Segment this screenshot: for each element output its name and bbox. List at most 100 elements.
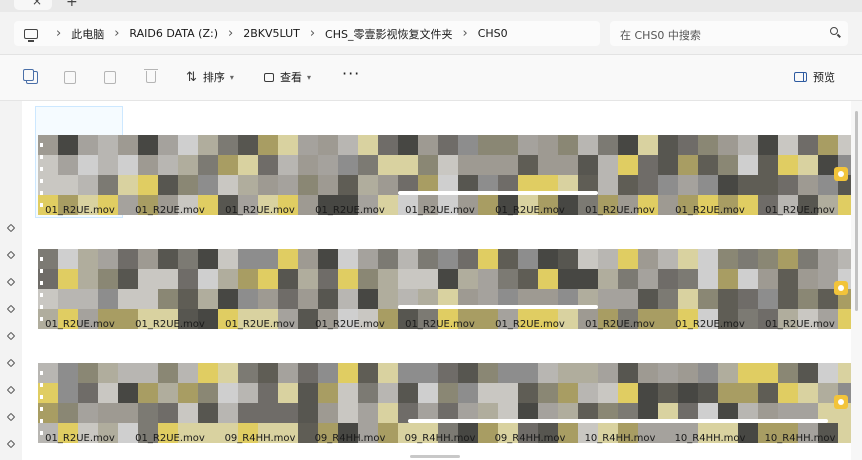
- pin-icon[interactable]: [6, 412, 16, 422]
- pin-icon[interactable]: [6, 439, 16, 449]
- chevron-right-icon[interactable]: ›: [114, 26, 119, 41]
- search-icon[interactable]: [830, 27, 838, 35]
- rename-icon: [64, 70, 76, 84]
- thumbnail-pixel: [698, 269, 718, 289]
- file-name-label[interactable]: 01_R2UE.mov: [124, 433, 216, 444]
- thumbnail-pixel: [478, 269, 498, 289]
- scrollbar-thumb[interactable]: [855, 111, 858, 311]
- file-name-label[interactable]: 10_R4HH.mov: [574, 433, 666, 444]
- address-bar[interactable]: › 此电脑 › RAID6 DATA (Z:) › 2BKV5LUT › CHS…: [14, 21, 600, 46]
- preview-pane-button[interactable]: 预览: [794, 69, 835, 85]
- file-name-label[interactable]: 01_R2UE.mov: [754, 205, 846, 216]
- thumbnail-pixel: [778, 249, 798, 269]
- thumbnail-pixel: [638, 249, 658, 269]
- file-name-label[interactable]: 01_R2UE.mov: [124, 205, 216, 216]
- thumbnail-pixel: [218, 383, 238, 403]
- thumbnail-pixel: [118, 289, 138, 309]
- file-name-label[interactable]: 01_R2UE.mov: [214, 205, 306, 216]
- computer-icon[interactable]: [24, 28, 38, 42]
- chevron-right-icon[interactable]: ›: [310, 26, 315, 41]
- thumbnail-pixel: [238, 249, 258, 269]
- thumbnail-pixel: [698, 135, 718, 155]
- thumbnail-pixel: [758, 155, 778, 175]
- file-name-label[interactable]: 01_R2UE.mov: [664, 205, 756, 216]
- thumbnail-pixel: [738, 175, 758, 195]
- thumbnail-pixel: [118, 155, 138, 175]
- thumbnail-pixel: [78, 249, 98, 269]
- file-name-label[interactable]: 01_R2UE.mov: [394, 319, 486, 330]
- breadcrumb-this-pc[interactable]: 此电脑: [71, 26, 104, 42]
- file-name-label[interactable]: 01_R2UE.mov: [484, 319, 576, 330]
- file-name-label[interactable]: 01_R2UE.mov: [754, 319, 846, 330]
- thumbnail-pixel: [138, 383, 158, 403]
- pin-icon[interactable]: [6, 223, 16, 233]
- thumbnail-pixel: [298, 175, 318, 195]
- file-name-label[interactable]: 01_R2UE.mov: [34, 319, 126, 330]
- thumbnail-pixel: [698, 155, 718, 175]
- thumbnail-pixel: [638, 269, 658, 289]
- thumbnail-pixel: [198, 403, 218, 423]
- pin-icon[interactable]: [6, 277, 16, 287]
- share-button[interactable]: [104, 69, 116, 85]
- breadcrumb-folder-chs0[interactable]: CHS0: [478, 27, 508, 40]
- thumbnail-pixel: [278, 403, 298, 423]
- pin-icon[interactable]: [6, 331, 16, 341]
- copy-button[interactable]: [23, 68, 38, 85]
- file-name-label[interactable]: 01_R2UE.mov: [664, 319, 756, 330]
- pin-icon[interactable]: [6, 385, 16, 395]
- file-name-label[interactable]: 01_R2UE.mov: [304, 205, 396, 216]
- chevron-right-icon[interactable]: ›: [462, 26, 467, 41]
- file-name-label[interactable]: 01_R2UE.mov: [34, 433, 126, 444]
- thumbnail-pixel: [138, 135, 158, 155]
- tab-strip: × +: [0, 0, 862, 12]
- chevron-right-icon[interactable]: ›: [56, 26, 61, 41]
- file-name-label[interactable]: 01_R2UE.mov: [124, 319, 216, 330]
- thumbnail-pixel: [278, 363, 298, 383]
- close-tab-icon[interactable]: ×: [32, 0, 42, 8]
- thumbnail-pixel: [58, 403, 78, 423]
- file-name-label[interactable]: 01_R2UE.mov: [574, 319, 666, 330]
- thumbnail-pixel: [238, 383, 258, 403]
- file-name-label[interactable]: 10_R4HH.mov: [664, 433, 756, 444]
- pin-icon[interactable]: [6, 304, 16, 314]
- video-badge-icon: [834, 281, 848, 295]
- breadcrumb-folder-2bkv5lut[interactable]: 2BKV5LUT: [243, 27, 300, 40]
- file-name-label[interactable]: 01_R2UE.mov: [304, 319, 396, 330]
- file-name-label[interactable]: 09_R4HH.mov: [304, 433, 396, 444]
- sort-button[interactable]: ⇅ 排序 ▾: [186, 69, 234, 85]
- rename-button[interactable]: [64, 69, 76, 85]
- file-name-label[interactable]: 01_R2UE.mov: [484, 205, 576, 216]
- horizontal-scrollbar[interactable]: [410, 455, 460, 458]
- breadcrumb-raid6-drive[interactable]: RAID6 DATA (Z:): [129, 27, 218, 40]
- search-input[interactable]: 在 CHS0 中搜索: [610, 21, 848, 46]
- file-name-label[interactable]: 10_R4HH.mov: [754, 433, 846, 444]
- file-name-label[interactable]: 01_R2UE.mov: [34, 205, 126, 216]
- thumbnail-pixel: [758, 383, 778, 403]
- new-tab-icon[interactable]: +: [66, 0, 78, 10]
- more-options-button[interactable]: ···: [342, 64, 360, 83]
- thumbnail-pixel: [558, 269, 578, 289]
- thumbnail-pixel: [558, 249, 578, 269]
- chevron-right-icon[interactable]: ›: [228, 26, 233, 41]
- file-view[interactable]: 01_R2UE.mov 01_R2UE.mov 01_R2UE.mov 01_R2UE…: [22, 101, 862, 460]
- thumbnail-pixel: [418, 135, 438, 155]
- thumbnail-pixel: [738, 383, 758, 403]
- pin-icon[interactable]: [6, 358, 16, 368]
- thumbnail-pixel: [278, 155, 298, 175]
- file-name-label[interactable]: 01_R2UE.mov: [574, 205, 666, 216]
- file-name-label[interactable]: 09_R4HH.mov: [394, 433, 486, 444]
- view-button[interactable]: 查看 ▾: [264, 69, 311, 85]
- thumbnail-pixel: [118, 383, 138, 403]
- thumbnail-pixel: [638, 363, 658, 383]
- thumbnail-pixel: [698, 249, 718, 269]
- file-name-label[interactable]: 01_R2UE.mov: [214, 319, 306, 330]
- vertical-scrollbar[interactable]: [851, 101, 862, 460]
- file-name-label[interactable]: 09_R4HH.mov: [484, 433, 576, 444]
- address-row: › 此电脑 › RAID6 DATA (Z:) › 2BKV5LUT › CHS…: [0, 12, 862, 55]
- breadcrumb-folder-chs-recovery[interactable]: CHS_零壹影视恢复文件夹: [325, 26, 452, 42]
- file-name-label[interactable]: 09_R4HH.mov: [214, 433, 306, 444]
- delete-button[interactable]: [144, 69, 158, 85]
- thumbnail-pixel: [438, 155, 458, 175]
- file-name-label[interactable]: 01_R2UE.mov: [394, 205, 486, 216]
- pin-icon[interactable]: [6, 250, 16, 260]
